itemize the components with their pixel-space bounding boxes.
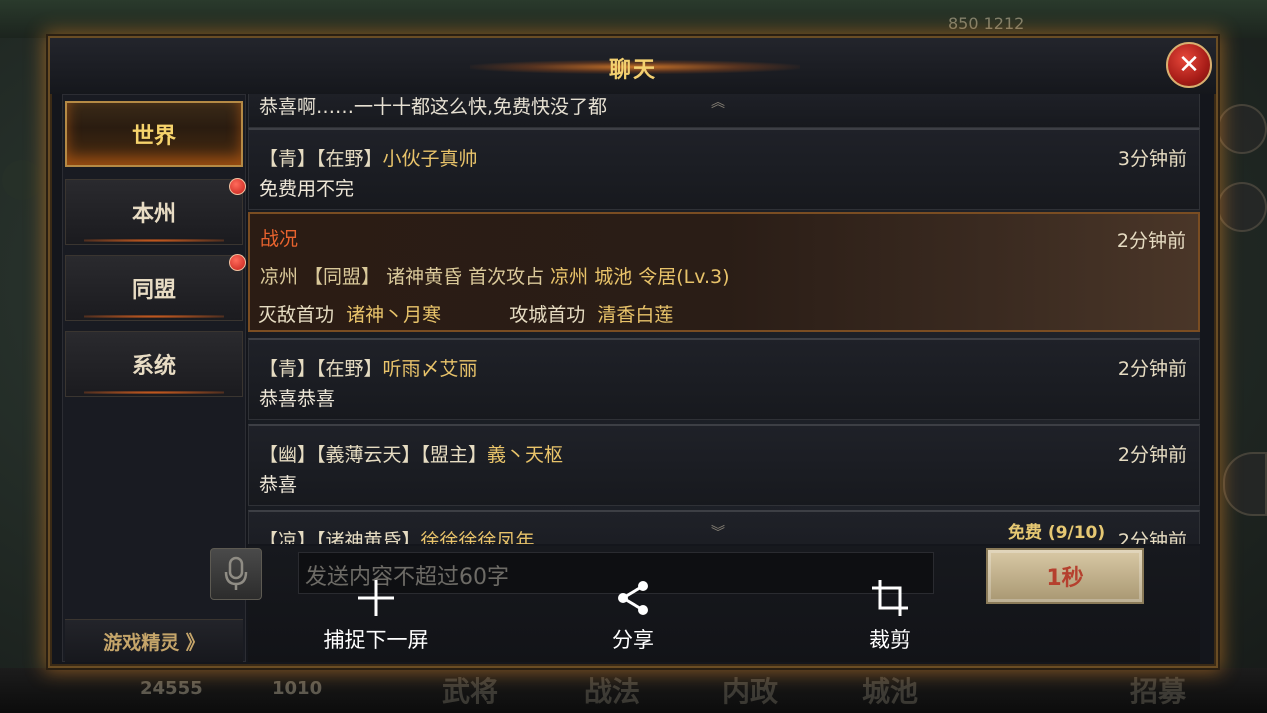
plus-icon xyxy=(358,580,394,616)
scroll-up-icon[interactable]: ︽ xyxy=(711,94,725,112)
battle-prefix: 凉州 【同盟】 诸神黄昏 首次攻占 xyxy=(260,266,551,288)
message-body: 恭喜啊……一十十都这么快,免费快没了都 xyxy=(259,96,608,118)
list-item: 恭喜啊……一十十都这么快,免费快没了都 ︽ xyxy=(248,94,1200,128)
share-label: 分享 xyxy=(612,628,654,652)
message-tags: 【凉】【诸神黄昏】 xyxy=(259,530,421,544)
location-icon[interactable] xyxy=(1217,182,1267,232)
dialog-title: 聊天 xyxy=(608,58,657,83)
tab-state[interactable]: 本州 xyxy=(65,178,246,245)
list-item: 【青】【在野】小伙子真帅 3分钟前 免费用不完 xyxy=(248,128,1200,210)
tab-system[interactable]: 系统 xyxy=(65,331,243,397)
tab-label: 世界 xyxy=(131,124,176,149)
battle-location[interactable]: 凉州 城池 令居(Lv.3) xyxy=(550,266,729,288)
battle-summary: 凉州 【同盟】 诸神黄昏 首次攻占 凉州 城池 令居(Lv.3) xyxy=(260,262,730,289)
dialog-title-bar: 聊天 xyxy=(50,38,1216,94)
map-marker-icon xyxy=(2,160,42,200)
notification-badge xyxy=(229,254,246,271)
share-button[interactable]: 分享 xyxy=(558,578,708,654)
notification-badge xyxy=(229,178,246,195)
scroll-down-icon[interactable]: ︾ xyxy=(711,522,725,542)
crop-icon xyxy=(872,580,908,616)
tab-glow xyxy=(84,315,224,318)
send-button[interactable]: 1秒 xyxy=(986,548,1144,604)
resource-value: 1010 xyxy=(272,678,323,699)
nav-recruit[interactable]: 招募 xyxy=(1130,670,1186,710)
voice-button[interactable] xyxy=(210,548,262,600)
message-tags: 【幽】【義薄云天】【盟主】 xyxy=(259,444,488,466)
message-time: 2分钟前 xyxy=(1117,530,1187,544)
map-coordinates: 850 1212 xyxy=(948,14,1025,33)
close-icon: ✕ xyxy=(1178,50,1200,80)
siege-name[interactable]: 清香白莲 xyxy=(597,304,673,326)
tab-glow xyxy=(84,239,224,242)
capture-next-screen-button[interactable]: 捕捉下一屏 xyxy=(301,578,451,654)
sender-name[interactable]: 听雨〆艾丽 xyxy=(383,358,478,380)
sender-name[interactable]: 義丶天枢 xyxy=(487,444,563,466)
message-list[interactable]: 恭喜啊……一十十都这么快,免费快没了都 ︽ 【青】【在野】小伙子真帅 3分钟前 … xyxy=(248,94,1200,544)
close-button[interactable]: ✕ xyxy=(1166,42,1212,88)
tab-label: 系统 xyxy=(131,354,176,379)
tab-glow xyxy=(84,391,224,394)
battle-tag: 战况 xyxy=(260,228,299,250)
tab-world[interactable]: 世界 xyxy=(65,101,243,167)
capture-label: 捕捉下一屏 xyxy=(323,628,429,652)
message-header: 【凉】【诸神黄昏】徐徐徐徐凤年 xyxy=(259,526,535,544)
nav-generals[interactable]: 武将 xyxy=(442,670,498,710)
kill-label: 灭敌首功 xyxy=(258,304,335,326)
game-top-bar xyxy=(0,0,1267,38)
share-icon xyxy=(618,581,648,615)
message-time: 2分钟前 xyxy=(1117,444,1187,466)
avatar-icon[interactable] xyxy=(1223,452,1267,516)
message-time: 2分钟前 xyxy=(1116,230,1186,252)
list-item: 【青】【在野】听雨〆艾丽 2分钟前 恭喜恭喜 xyxy=(248,338,1200,420)
list-item: 【幽】【義薄云天】【盟主】義丶天枢 2分钟前 恭喜 xyxy=(248,424,1200,506)
message-body: 恭喜 xyxy=(259,474,298,496)
tab-label: 同盟 xyxy=(131,278,176,303)
siege-label: 攻城首功 xyxy=(509,304,586,326)
game-bottom-nav: 24555 1010 武将 战法 内政 城池 招募 xyxy=(0,668,1267,713)
message-body: 恭喜恭喜 xyxy=(259,388,336,410)
microphone-icon xyxy=(224,556,248,590)
search-icon[interactable] xyxy=(1217,104,1267,154)
battle-report: 战况 2分钟前 凉州 【同盟】 诸神黄昏 首次攻占 凉州 城池 令居(Lv.3)… xyxy=(248,212,1200,332)
battle-merits: 灭敌首功 诸神丶月寒 攻城首功 清香白莲 xyxy=(258,300,673,327)
message-body: 免费用不完 xyxy=(259,178,355,200)
message-time: 3分钟前 xyxy=(1117,148,1187,170)
nav-city[interactable]: 城池 xyxy=(862,670,918,710)
message-tags: 【青】【在野】 xyxy=(259,148,383,170)
crop-label: 裁剪 xyxy=(869,628,911,652)
kill-name[interactable]: 诸神丶月寒 xyxy=(346,304,441,326)
message-time: 2分钟前 xyxy=(1117,358,1187,380)
game-sprite-button[interactable]: 游戏精灵 》 xyxy=(65,619,243,662)
tab-label: 本州 xyxy=(131,202,176,227)
nav-domestic[interactable]: 内政 xyxy=(722,670,778,710)
resource-value: 24555 xyxy=(140,678,203,699)
nav-tactics[interactable]: 战法 xyxy=(584,670,640,710)
message-header: 【幽】【義薄云天】【盟主】義丶天枢 xyxy=(259,440,563,467)
sender-name[interactable]: 徐徐徐徐凤年 xyxy=(421,530,535,544)
message-header: 【青】【在野】小伙子真帅 xyxy=(259,144,478,171)
message-header: 【青】【在野】听雨〆艾丽 xyxy=(259,354,478,381)
crop-button[interactable]: 裁剪 xyxy=(815,578,965,654)
free-message-count: 免费 (9/10) xyxy=(1008,523,1106,543)
sender-name[interactable]: 小伙子真帅 xyxy=(383,148,478,170)
tab-alliance[interactable]: 同盟 xyxy=(65,254,246,321)
message-tags: 【青】【在野】 xyxy=(259,358,383,380)
